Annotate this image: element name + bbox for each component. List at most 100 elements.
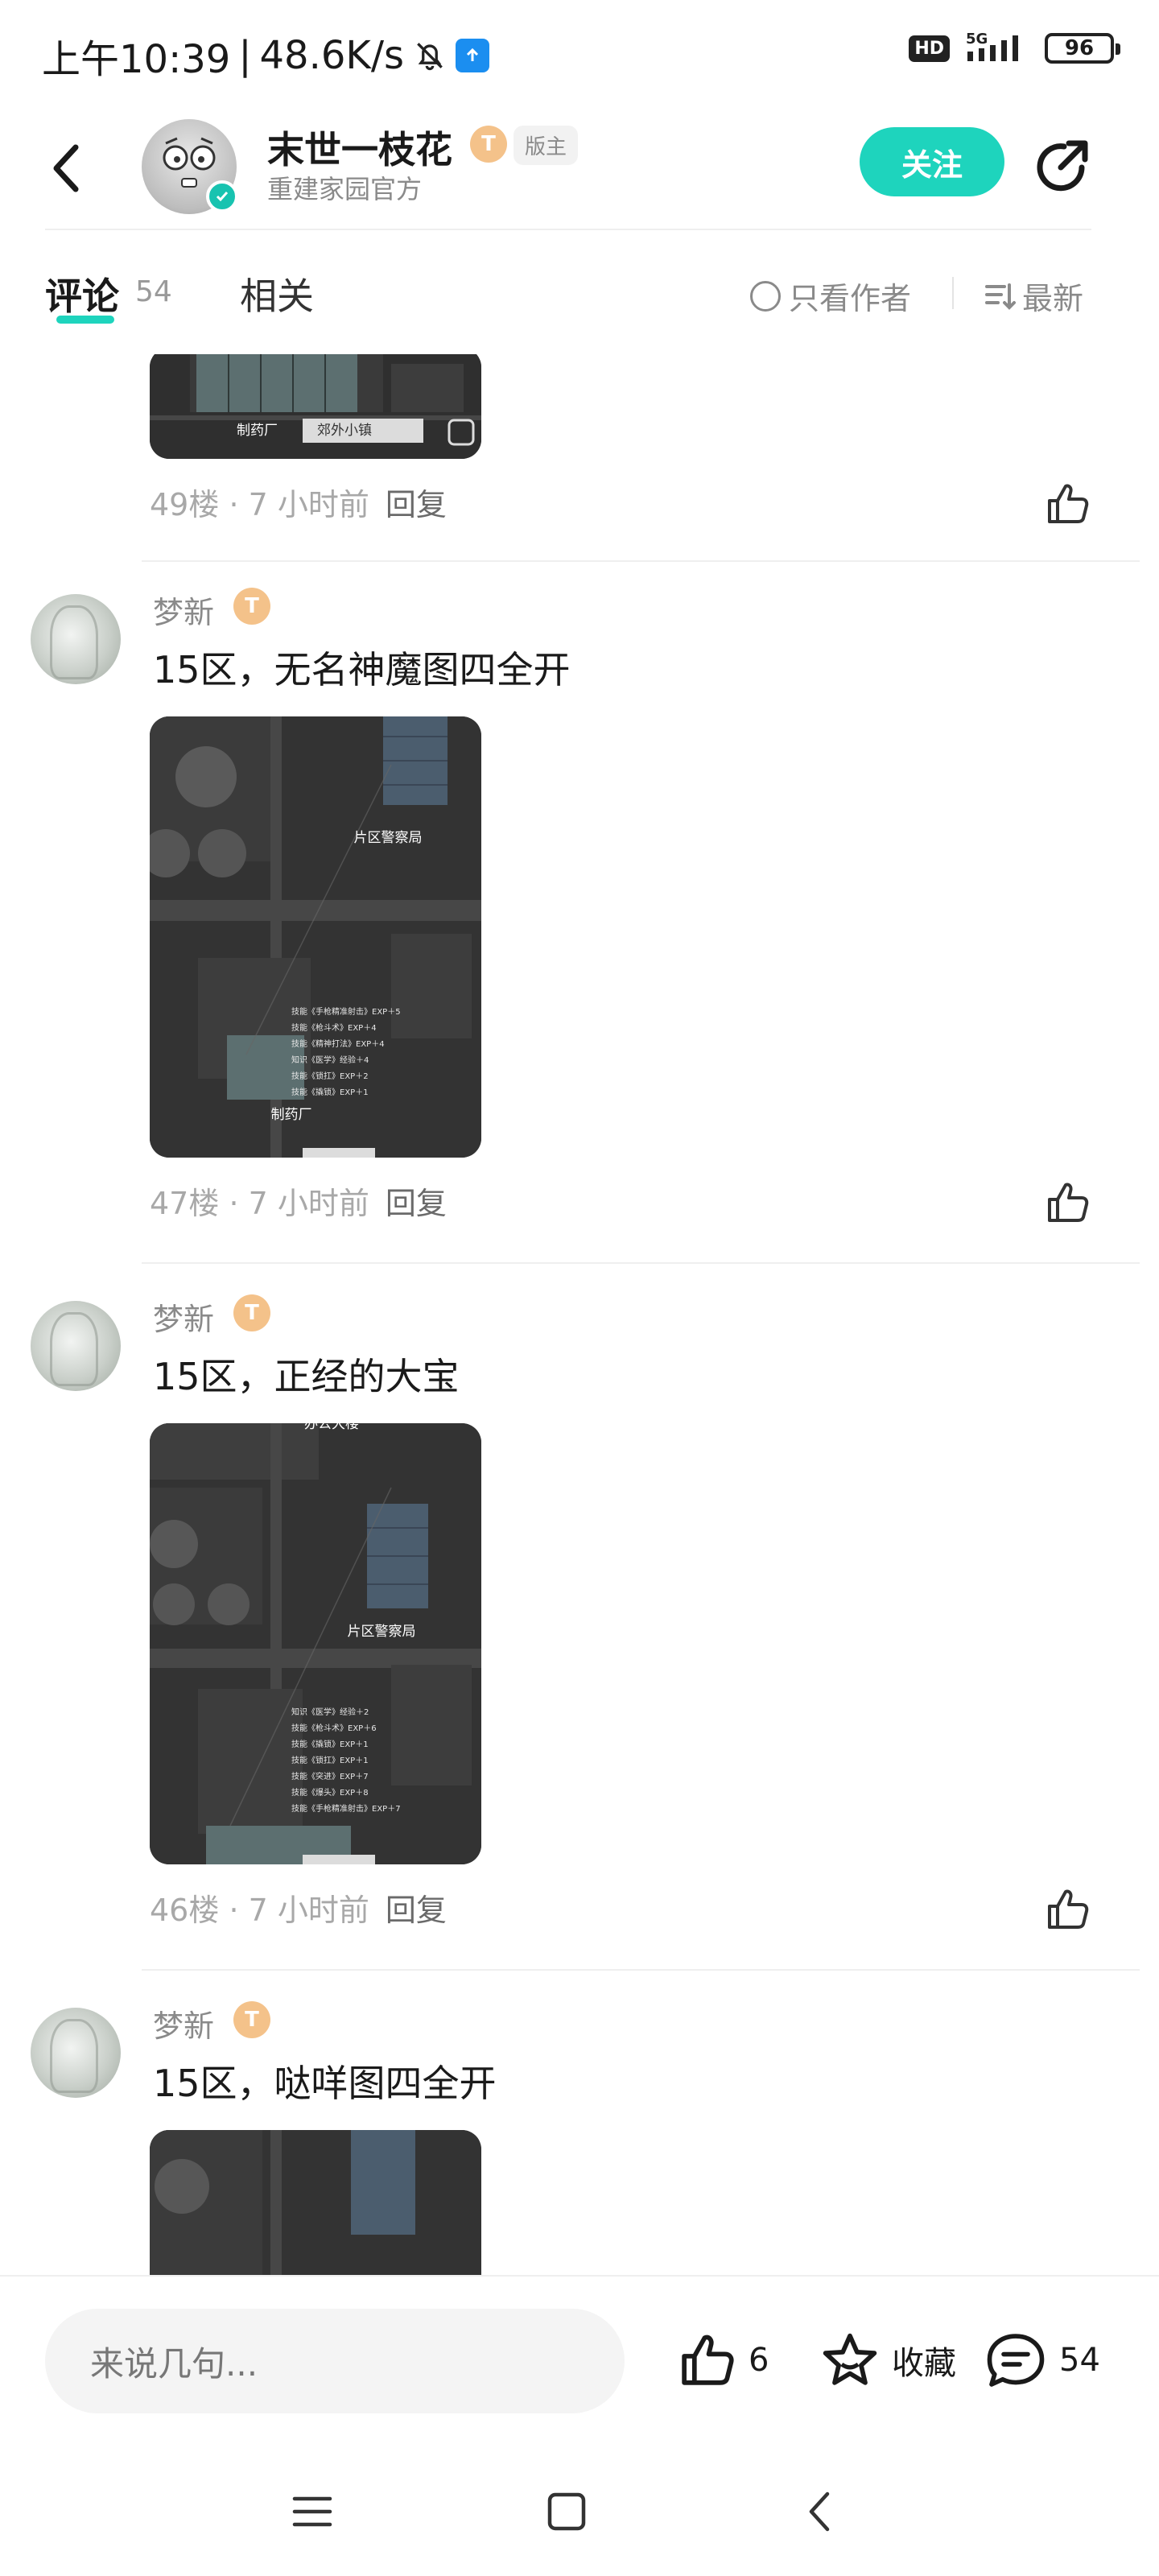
exp-line: 技能《手枪精准射击》EXP＋5 bbox=[291, 1006, 401, 1017]
comment-time: 7 小时前 bbox=[248, 487, 369, 522]
floor-number: 46楼 bbox=[150, 1893, 220, 1928]
comment-image[interactable]: 片区警察局 技能《手枪精准射击》EXP＋5 技能《枪斗术》EXP＋4 技能《精神… bbox=[150, 716, 481, 1158]
like-button[interactable]: 6 bbox=[676, 2330, 769, 2391]
map-screenshot: 制药厂 郊外小镇 bbox=[150, 354, 481, 459]
favorite-label: 收藏 bbox=[892, 2345, 956, 2382]
floor-number: 49楼 bbox=[150, 487, 220, 522]
system-nav-bar bbox=[0, 2452, 1159, 2576]
status-bar: 上午10:39 | 48.6K/s HD 5G 96 bbox=[0, 0, 1159, 105]
exp-line: 知识《医学》经验＋2 bbox=[291, 1707, 369, 1717]
comment-author[interactable]: 梦新 bbox=[153, 1294, 214, 1339]
floor-number: 47楼 bbox=[150, 1186, 220, 1221]
comment-text: 15区，无名神魔图四全开 bbox=[153, 648, 571, 691]
map-screenshot bbox=[150, 2130, 481, 2278]
sort-newest-button[interactable]: 最新 bbox=[984, 274, 1083, 318]
board-subtitle: 重建家园官方 bbox=[267, 174, 423, 204]
user-avatar[interactable] bbox=[31, 594, 121, 684]
header-divider bbox=[45, 229, 1091, 230]
thumbs-up-icon[interactable] bbox=[1043, 1179, 1091, 1227]
comment-divider bbox=[142, 560, 1140, 562]
comment-image[interactable]: 办公大楼 片区警察局 知识《医学》经验＋2 技能《枪斗术》EXP＋6 技能《撬锁… bbox=[150, 1423, 481, 1864]
comment-feed[interactable]: 制药厂 郊外小镇 49楼 · 7 小时前 回复 梦新 T 15区，无名神魔图四全开 bbox=[0, 354, 1159, 2278]
exp-line: 技能《撬锁》EXP＋1 bbox=[291, 1739, 369, 1749]
comment-count: 54 bbox=[1059, 2342, 1100, 2379]
level-badge-icon: T bbox=[470, 126, 507, 163]
battery-icon: 96 bbox=[1045, 33, 1120, 64]
reply-button[interactable]: 回复 bbox=[386, 487, 447, 522]
nav-back-icon[interactable] bbox=[797, 2487, 845, 2536]
comment-text: 15区，哒咩图四全开 bbox=[153, 2062, 497, 2105]
tab-comments[interactable]: 评论 bbox=[45, 267, 119, 320]
status-time: 上午10:39 bbox=[42, 37, 231, 82]
hd-icon: HD bbox=[909, 35, 950, 62]
tab-active-indicator bbox=[56, 316, 114, 324]
map-screenshot: 片区警察局 技能《手枪精准射击》EXP＋5 技能《枪斗术》EXP＋4 技能《精神… bbox=[150, 716, 481, 1158]
bottom-action-bar: 来说几句... 6 收藏 54 bbox=[0, 2275, 1159, 2452]
comment-button[interactable]: 54 bbox=[984, 2330, 1100, 2391]
author-only-label: 只看作者 bbox=[789, 281, 912, 316]
follow-button[interactable]: 关注 bbox=[860, 127, 1004, 196]
svg-text:5G: 5G bbox=[966, 31, 988, 47]
exp-line: 技能《精神打法》EXP＋4 bbox=[291, 1038, 385, 1049]
map-label: 片区警察局 bbox=[348, 1624, 416, 1640]
map-screenshot: 办公大楼 片区警察局 知识《医学》经验＋2 技能《枪斗术》EXP＋6 技能《撬锁… bbox=[150, 1423, 481, 1864]
map-label: 制药厂 bbox=[237, 423, 278, 439]
comment-divider bbox=[142, 1969, 1140, 1971]
exp-line: 技能《枪斗术》EXP＋6 bbox=[291, 1723, 377, 1733]
board-title[interactable]: 末世一枝花 bbox=[267, 121, 452, 174]
comment-time: 7 小时前 bbox=[248, 1893, 369, 1928]
reply-button[interactable]: 回复 bbox=[386, 1893, 447, 1928]
map-label: 片区警察局 bbox=[354, 830, 423, 846]
mute-bell-icon bbox=[417, 43, 443, 71]
menu-icon[interactable] bbox=[288, 2487, 336, 2536]
moderator-tag: 版主 bbox=[514, 126, 579, 165]
upload-icon bbox=[456, 39, 490, 72]
comment-meta: 47楼 · 7 小时前 回复 bbox=[150, 1186, 447, 1221]
comment-image[interactable]: 制药厂 郊外小镇 bbox=[150, 354, 481, 459]
map-label: 办公大楼 bbox=[304, 1423, 359, 1432]
board-header: 末世一枝花 T 版主 重建家园官方 关注 bbox=[0, 105, 1159, 233]
exp-line: 技能《锁扛》EXP＋2 bbox=[291, 1071, 369, 1081]
status-net-speed: 48.6K/s bbox=[259, 33, 405, 78]
exp-line: 技能《手枪精准射击》EXP＋7 bbox=[291, 1803, 401, 1814]
level-badge-icon: T bbox=[233, 1294, 270, 1331]
tab-related[interactable]: 相关 bbox=[240, 267, 314, 320]
reply-button[interactable]: 回复 bbox=[386, 1186, 447, 1221]
back-arrow-icon bbox=[53, 144, 79, 192]
exp-line: 知识《医学》经验＋4 bbox=[291, 1055, 369, 1065]
thumbs-up-icon[interactable] bbox=[1043, 1885, 1091, 1934]
tab-separator bbox=[952, 277, 954, 309]
comment-bubble-icon bbox=[987, 2334, 1045, 2387]
comment-author[interactable]: 梦新 bbox=[153, 2001, 214, 2046]
exp-line: 技能《枪斗术》EXP＋4 bbox=[291, 1022, 377, 1033]
author-only-toggle[interactable]: 只看作者 bbox=[750, 274, 911, 318]
comment-author[interactable]: 梦新 bbox=[153, 588, 214, 632]
battery-level: 96 bbox=[1064, 36, 1095, 60]
signal-icon: 5G bbox=[966, 31, 1018, 61]
home-square-icon[interactable] bbox=[542, 2487, 591, 2536]
thumbs-up-icon[interactable] bbox=[1043, 480, 1091, 528]
board-avatar[interactable] bbox=[142, 119, 238, 214]
favorite-button[interactable]: 收藏 bbox=[819, 2330, 956, 2391]
level-badge-icon: T bbox=[233, 588, 270, 625]
user-avatar[interactable] bbox=[31, 1301, 121, 1391]
status-separator: | bbox=[238, 33, 252, 78]
thumbs-up-icon bbox=[682, 2334, 734, 2385]
comment-text: 15区，正经的大宝 bbox=[153, 1355, 460, 1398]
level-badge-icon: T bbox=[233, 2001, 270, 2038]
exp-line: 技能《锁扛》EXP＋1 bbox=[291, 1755, 369, 1765]
star-icon bbox=[823, 2333, 877, 2385]
comment-time: 7 小时前 bbox=[248, 1186, 369, 1221]
sort-label: 最新 bbox=[1022, 281, 1084, 316]
comment-image[interactable] bbox=[150, 2130, 481, 2278]
map-label: 制药厂 bbox=[271, 1107, 312, 1123]
exp-line: 技能《突进》EXP＋7 bbox=[291, 1771, 369, 1781]
comment-tabs: 评论 54 相关 只看作者 最新 bbox=[0, 242, 1159, 354]
comment-divider bbox=[142, 1262, 1140, 1264]
comment-input[interactable]: 来说几句... bbox=[45, 2309, 625, 2413]
back-button[interactable] bbox=[50, 134, 98, 203]
share-icon[interactable] bbox=[1032, 135, 1093, 196]
user-avatar[interactable] bbox=[31, 2008, 121, 2098]
exp-line: 技能《撬锁》EXP＋1 bbox=[291, 1087, 369, 1097]
comment-meta: 46楼 · 7 小时前 回复 bbox=[150, 1893, 447, 1928]
